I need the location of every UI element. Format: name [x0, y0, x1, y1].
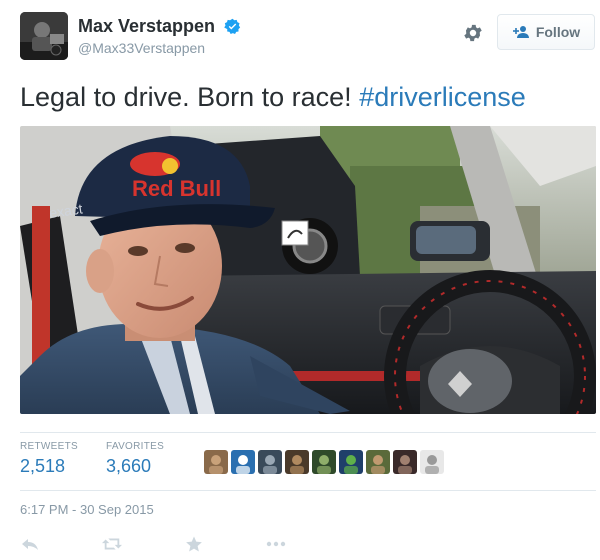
follow-label: Follow: [535, 24, 581, 40]
favoriters-list: [204, 450, 444, 474]
divider-bottom: [20, 490, 596, 491]
more-icon: [266, 541, 286, 547]
favoriter-avatar[interactable]: [393, 450, 417, 474]
favoriter-avatar[interactable]: [339, 450, 363, 474]
favorites-count: 3,660: [106, 456, 152, 476]
user-names: Max Verstappen @Max33Verstappen: [78, 16, 241, 56]
retweet-button[interactable]: [102, 534, 122, 554]
cap-brand-text: Red Bull: [132, 176, 221, 201]
favoriter-avatar[interactable]: [285, 450, 309, 474]
favoriter-avatar[interactable]: [366, 450, 390, 474]
favoriter-avatar[interactable]: [204, 450, 228, 474]
gear-icon[interactable]: [462, 22, 484, 44]
retweets-count: 2,518: [20, 456, 66, 476]
user-handle[interactable]: @Max33Verstappen: [78, 40, 241, 56]
follow-button[interactable]: Follow: [497, 14, 595, 50]
tweet-photo[interactable]: Red Bull exact: [20, 126, 596, 414]
favoriter-avatar[interactable]: [420, 450, 444, 474]
reply-icon: [22, 539, 38, 550]
favorite-button[interactable]: [184, 534, 204, 554]
retweets-stat[interactable]: RETWEETS 2,518: [20, 441, 78, 477]
avatar[interactable]: [20, 12, 68, 60]
favoriter-avatar[interactable]: [312, 450, 336, 474]
favorites-label: FAVORITES: [106, 441, 165, 452]
favoriter-avatar[interactable]: [231, 450, 255, 474]
favorites-stat[interactable]: FAVORITES 3,660: [106, 441, 164, 477]
tweet-text: Legal to drive. Born to race! #driverlic…: [20, 80, 590, 114]
retweet-icon: [102, 538, 122, 550]
reply-button[interactable]: [20, 534, 40, 554]
hashtag-link[interactable]: #driverlicense: [359, 82, 526, 112]
add-user-icon: [512, 26, 529, 38]
tweet-body: Legal to drive. Born to race!: [20, 82, 360, 112]
verified-badge-icon: [223, 18, 240, 34]
display-name[interactable]: Max Verstappen: [78, 16, 215, 37]
tweet-header: Max Verstappen @Max33Verstappen Follow: [0, 0, 600, 76]
divider-top: [20, 432, 596, 433]
favoriter-avatar[interactable]: [258, 450, 282, 474]
star-icon: [186, 536, 202, 552]
tweet-timestamp[interactable]: 6:17 PM - 30 Sep 2015: [20, 502, 154, 517]
retweets-label: RETWEETS: [20, 441, 78, 452]
more-button[interactable]: [266, 534, 286, 554]
